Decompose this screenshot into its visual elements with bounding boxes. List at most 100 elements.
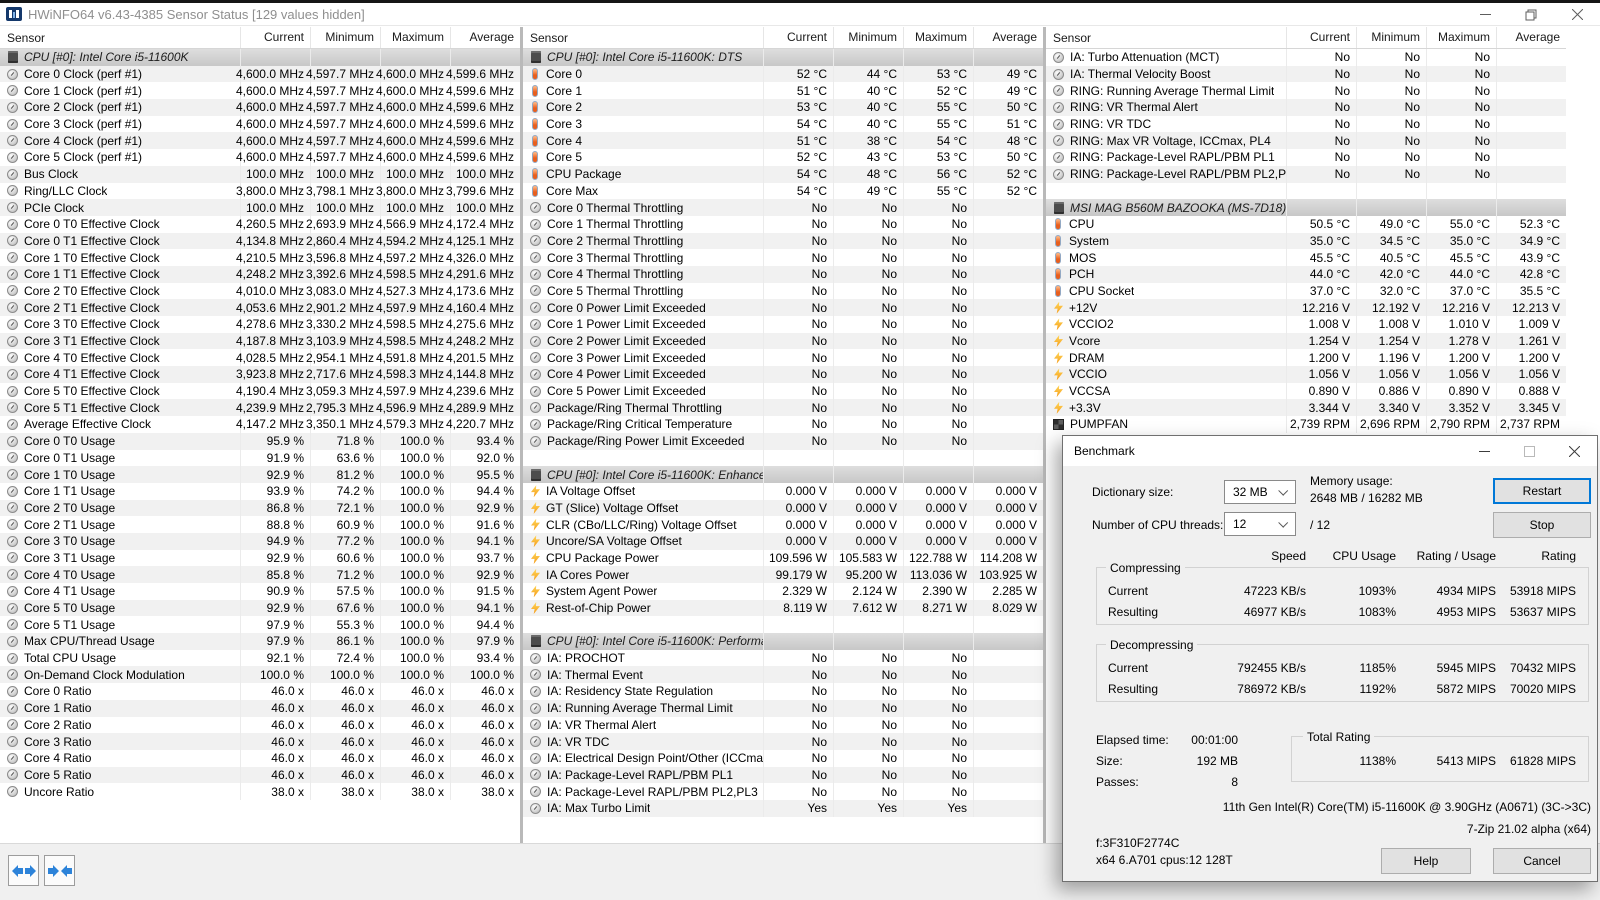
sensor-row[interactable]: Bus Clock 100.0 MHz 100.0 MHz 100.0 MHz 100.…	[0, 165, 520, 183]
sensor-row[interactable]: Core 3 54 °C 40 °C 55 °C 51 °C	[523, 115, 1043, 133]
sensor-row[interactable]: IA: Residency State Regulation No No No	[523, 683, 1043, 700]
sensor-group-header[interactable]: CPU [#0]: Intel Core i5-11600K	[0, 49, 520, 66]
benchmark-maximize-button[interactable]	[1507, 436, 1552, 466]
sensor-row[interactable]: Core 5 Thermal Throttling No No No	[523, 282, 1043, 300]
help-button[interactable]: Help	[1381, 848, 1471, 874]
sensor-row[interactable]: Core 0 T0 Effective Clock 4,260.5 MHz 2,69…	[0, 215, 520, 233]
sensor-row[interactable]: Core 1 T1 Effective Clock 4,248.2 MHz 3,39…	[0, 265, 520, 283]
sensor-row[interactable]: PUMPFAN 2,739 RPM 2,696 RPM 2,790 RPM 2,737 …	[1046, 416, 1566, 433]
sensor-row[interactable]: DRAM 1.200 V 1.196 V 1.200 V 1.200 V	[1046, 349, 1566, 367]
sensor-row[interactable]: Core 3 T1 Usage 92.9 % 60.6 % 100.0 % 93.7 %	[0, 549, 520, 567]
sensor-row[interactable]: Core 3 Clock (perf #1) 4,600.0 MHz 4,597.7…	[0, 115, 520, 133]
benchmark-minimize-button[interactable]	[1462, 436, 1507, 466]
sensor-row[interactable]: Rest-of-Chip Power 8.119 W 7.612 W 8.271 W8…	[523, 599, 1043, 617]
sensor-row[interactable]: Core 1 Ratio 46.0 x 46.0 x 46.0 x 46.0 x	[0, 699, 520, 717]
sensor-row[interactable]: Ring/LLC Clock 3,800.0 MHz 3,798.1 MHz 3,80…	[0, 182, 520, 200]
expand-columns-button[interactable]	[8, 855, 39, 886]
sensor-group-header[interactable]: MSI MAG B560M BAZOOKA (MS-7D18) (Nuvoton…	[1046, 199, 1566, 216]
sensor-group-header[interactable]: CPU [#0]: Intel Core i5-11600K: Enhanced	[523, 466, 1043, 483]
sensor-row[interactable]: RING: Package-Level RAPL/PBM PL1 No No No	[1046, 149, 1566, 166]
sensor-row[interactable]: RING: VR Thermal Alert No No No	[1046, 99, 1566, 116]
sensor-group-header[interactable]: CPU [#0]: Intel Core i5-11600K: Performa…	[523, 633, 1043, 650]
sensor-row[interactable]: +3.3V 3.344 V 3.340 V 3.352 V 3.345 V	[1046, 399, 1566, 417]
sensor-row[interactable]: IA: Max Turbo Limit Yes Yes Yes	[523, 799, 1043, 817]
sensor-row[interactable]: IA: Thermal Event No No No	[523, 666, 1043, 684]
sensor-row[interactable]: VCCIO2 1.008 V 1.008 V 1.010 V 1.009 V	[1046, 316, 1566, 333]
cancel-button[interactable]: Cancel	[1493, 848, 1591, 874]
sensor-row[interactable]: CLR (CBo/LLC/Ring) Voltage Offset 0.000 V…	[523, 516, 1043, 533]
sensor-row[interactable]: IA: VR TDC No No No	[523, 733, 1043, 750]
sensor-row[interactable]: Core 3 Power Limit Exceeded No No No	[523, 349, 1043, 367]
sensor-row[interactable]: IA: VR Thermal Alert No No No	[523, 716, 1043, 734]
sensor-row[interactable]: IA: Package-Level RAPL/PBM PL2,PL3 No No No	[523, 783, 1043, 800]
sensor-row[interactable]: Vcore 1.254 V 1.254 V 1.278 V 1.261 V	[1046, 332, 1566, 350]
sensor-row[interactable]: Uncore Ratio 38.0 x 38.0 x 38.0 x 38.0 x	[0, 783, 520, 800]
sensor-row[interactable]: Core 0 Power Limit Exceeded No No No	[523, 299, 1043, 316]
sensor-row[interactable]: Core 3 T1 Effective Clock 4,187.8 MHz 3,10…	[0, 332, 520, 350]
sensor-row[interactable]: Core 5 T1 Effective Clock 4,239.9 MHz 2,79…	[0, 399, 520, 417]
sensor-row[interactable]: Core 5 T1 Usage 97.9 % 55.3 % 100.0 % 94.4 %	[0, 616, 520, 634]
sensor-row[interactable]: Core 3 T0 Usage 94.9 % 77.2 % 100.0 % 94.1 %	[0, 532, 520, 550]
sensor-row[interactable]: On-Demand Clock Modulation 100.0 % 100.0 %…	[0, 666, 520, 684]
sensor-row[interactable]: Core 1 Clock (perf #1) 4,600.0 MHz 4,597.7…	[0, 82, 520, 100]
sensor-row[interactable]: Core 2 T1 Usage 88.8 % 60.9 % 100.0 % 91.6 %	[0, 516, 520, 533]
sensor-row[interactable]: Core 1 Thermal Throttling No No No	[523, 215, 1043, 233]
sensor-row[interactable]: PCH 44.0 °C 42.0 °C 44.0 °C 42.8 °C	[1046, 265, 1566, 283]
sensor-row[interactable]: Core 2 T0 Effective Clock 4,010.0 MHz 3,08…	[0, 282, 520, 300]
sensor-row[interactable]: IA Cores Power 99.179 W 95.200 W 113.036 W1…	[523, 566, 1043, 583]
sensor-row[interactable]: Core 5 Power Limit Exceeded No No No	[523, 382, 1043, 400]
sensor-row[interactable]: System Agent Power 2.329 W 2.124 W 2.390 W2…	[523, 583, 1043, 600]
restart-button[interactable]: Restart	[1493, 478, 1591, 504]
sensor-row[interactable]: Core 2 53 °C 40 °C 55 °C 50 °C	[523, 99, 1043, 116]
sensor-row[interactable]: Core 1 51 °C 40 °C 52 °C 49 °C	[523, 82, 1043, 100]
sensor-row[interactable]: +12V 12.216 V 12.192 V 12.216 V 12.213 V	[1046, 299, 1566, 316]
sensor-row[interactable]: Core 2 T1 Effective Clock 4,053.6 MHz 2,90…	[0, 299, 520, 316]
dictionary-size-select[interactable]: 32 MB	[1224, 480, 1296, 504]
minimize-button[interactable]	[1462, 3, 1508, 26]
sensor-row[interactable]: Core 0 T1 Usage 91.9 % 63.6 % 100.0 % 92.0 %	[0, 449, 520, 467]
sensor-row[interactable]: Core 2 T0 Usage 86.8 % 72.1 % 100.0 % 92.9 %	[0, 499, 520, 517]
sensor-row[interactable]: CPU Package 54 °C 48 °C 56 °C 52 °C	[523, 165, 1043, 183]
sensor-row[interactable]: GT (Slice) Voltage Offset 0.000 V 0.000 V0…	[523, 499, 1043, 517]
sensor-row[interactable]: System 35.0 °C 34.5 °C 35.0 °C 34.9 °C	[1046, 232, 1566, 250]
sensor-row[interactable]: Core 5 Ratio 46.0 x 46.0 x 46.0 x 46.0 x	[0, 766, 520, 784]
sensor-row[interactable]: Average Effective Clock 4,147.2 MHz 3,350.…	[0, 416, 520, 433]
sensor-row[interactable]: RING: Running Average Thermal Limit No No N…	[1046, 82, 1566, 100]
sensor-row[interactable]: Core 4 T1 Usage 90.9 % 57.5 % 100.0 % 91.5 %	[0, 583, 520, 600]
sensor-row[interactable]: Core 4 Thermal Throttling No No No	[523, 265, 1043, 283]
sensor-row[interactable]: VCCSA 0.890 V 0.886 V 0.890 V 0.888 V	[1046, 382, 1566, 400]
sensor-row[interactable]: IA: Turbo Attenuation (MCT) No No No	[1046, 49, 1566, 66]
sensor-row[interactable]: Core 5 52 °C 43 °C 53 °C 50 °C	[523, 149, 1043, 166]
close-button[interactable]	[1554, 3, 1600, 26]
sensor-row[interactable]: PCIe Clock 100.0 MHz 100.0 MHz 100.0 MHz 100…	[0, 199, 520, 216]
sensor-row[interactable]: RING: Max VR Voltage, ICCmax, PL4 No No No	[1046, 132, 1566, 150]
sensor-row[interactable]: Core 4 T0 Effective Clock 4,028.5 MHz 2,95…	[0, 349, 520, 367]
sensor-row[interactable]: Core 5 T0 Effective Clock 4,190.4 MHz 3,05…	[0, 382, 520, 400]
sensor-row[interactable]: Core 4 51 °C 38 °C 54 °C 48 °C	[523, 132, 1043, 150]
sensor-row[interactable]: IA: Electrical Design Point/Other (ICCma…	[523, 749, 1043, 767]
sensor-row[interactable]: RING: VR TDC No No No	[1046, 115, 1566, 133]
sensor-row[interactable]: Core 0 52 °C 44 °C 53 °C 49 °C	[523, 65, 1043, 83]
sensor-row[interactable]: Core 1 T1 Usage 93.9 % 74.2 % 100.0 % 94.4 %	[0, 482, 520, 500]
sensor-row[interactable]: Core 5 T0 Usage 92.9 % 67.6 % 100.0 % 94.1 %	[0, 599, 520, 617]
cpu-threads-select[interactable]: 12	[1224, 512, 1296, 536]
sensor-row[interactable]: Core 3 Ratio 46.0 x 46.0 x 46.0 x 46.0 x	[0, 733, 520, 750]
sensor-row[interactable]: Core 2 Clock (perf #1) 4,600.0 MHz 4,597.7…	[0, 99, 520, 116]
sensor-row[interactable]: Core 4 T1 Effective Clock 3,923.8 MHz 2,71…	[0, 366, 520, 383]
sensor-row[interactable]: IA: Package-Level RAPL/PBM PL1 No No No	[523, 766, 1043, 784]
sensor-row[interactable]: Core 4 Power Limit Exceeded No No No	[523, 366, 1043, 383]
sensor-row[interactable]: Package/Ring Thermal Throttling No No No	[523, 399, 1043, 417]
sensor-row[interactable]: Core 0 Ratio 46.0 x 46.0 x 46.0 x 46.0 x	[0, 683, 520, 700]
sensor-row[interactable]: IA: PROCHOT No No No	[523, 649, 1043, 667]
sensor-row[interactable]: Uncore/SA Voltage Offset 0.000 V 0.000 V 0.…	[523, 532, 1043, 550]
sensor-row[interactable]: Package/Ring Critical Temperature No No No	[523, 416, 1043, 433]
sensor-row[interactable]: Core 1 T0 Effective Clock 4,210.5 MHz 3,59…	[0, 249, 520, 266]
collapse-columns-button[interactable]	[44, 855, 75, 886]
sensor-row[interactable]: Max CPU/Thread Usage 97.9 % 86.1 % 100.0 % 9…	[0, 633, 520, 650]
sensor-row[interactable]: Core 2 Ratio 46.0 x 46.0 x 46.0 x 46.0 x	[0, 716, 520, 734]
sensor-row[interactable]: Core 4 Clock (perf #1) 4,600.0 MHz 4,597.7…	[0, 132, 520, 150]
sensor-row[interactable]: Core 0 Clock (perf #1) 4,600.0 MHz 4,597.7…	[0, 65, 520, 83]
sensor-row[interactable]: Core 3 Thermal Throttling No No No	[523, 249, 1043, 266]
sensor-row[interactable]: Total CPU Usage 92.1 % 72.4 % 100.0 % 93.4 %	[0, 649, 520, 667]
sensor-row[interactable]: RING: Package-Level RAPL/PBM PL2,PL3 No No…	[1046, 165, 1566, 183]
